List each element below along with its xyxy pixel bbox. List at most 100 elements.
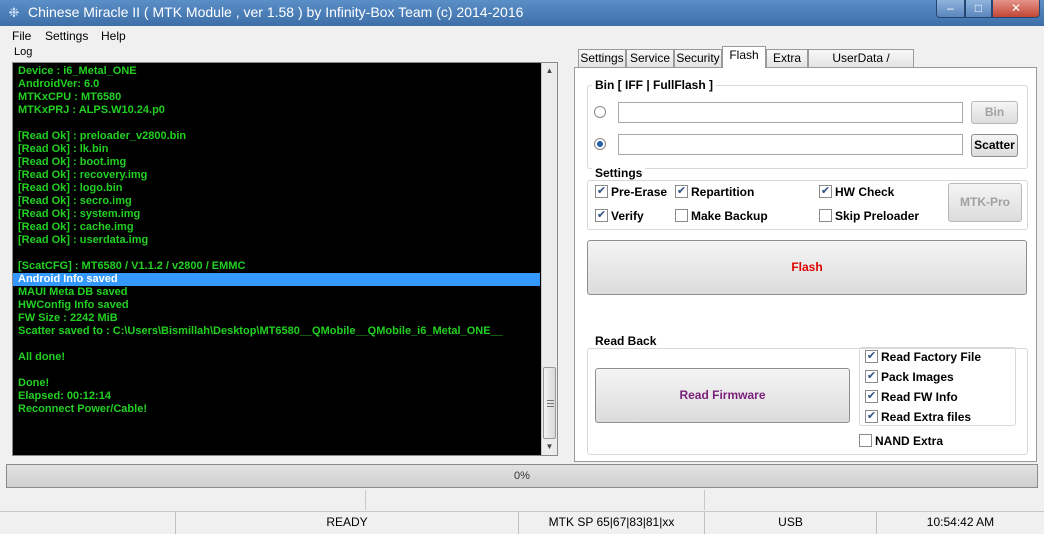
menu-bar: File Settings Help xyxy=(0,26,1044,46)
log-line: [Read Ok] : cache.img xyxy=(18,221,134,233)
settings-group-label: Settings xyxy=(592,166,646,180)
pack-images-checkbox[interactable]: ✔ xyxy=(865,370,878,383)
menu-settings[interactable]: Settings xyxy=(45,29,88,43)
grip-line xyxy=(547,406,554,407)
pre-erase-label: Pre-Erase xyxy=(611,185,668,199)
status-chip: MTK SP 65|67|83|81|xx xyxy=(519,512,705,534)
log-line: AndroidVer: 6.0 xyxy=(18,78,100,90)
scroll-up-arrow-icon[interactable]: ▲ xyxy=(542,63,557,79)
read-fw-info-label: Read FW Info xyxy=(881,390,958,404)
pack-images-label: Pack Images xyxy=(881,370,954,384)
mtk-pro-button[interactable]: MTK-Pro xyxy=(948,183,1022,222)
log-line: HWConfig Info saved xyxy=(18,299,129,311)
log-line: All done! xyxy=(18,351,66,363)
read-factory-file-label: Read Factory File xyxy=(881,350,982,364)
tab-extra[interactable]: Extra xyxy=(766,49,808,67)
log-line: Device : i6_Metal_ONE xyxy=(18,65,137,77)
hw-check-label: HW Check xyxy=(835,185,895,199)
read-firmware-button[interactable]: Read Firmware xyxy=(595,368,850,423)
nand-extra-label: NAND Extra xyxy=(875,434,944,448)
tab-security[interactable]: Security xyxy=(674,49,722,67)
log-line: [Read Ok] : lk.bin xyxy=(18,143,109,155)
pre-erase-checkbox[interactable]: ✔ xyxy=(595,185,608,198)
make-backup-label: Make Backup xyxy=(691,209,768,223)
read-extra-files-label: Read Extra files xyxy=(881,410,972,424)
status-port: USB xyxy=(705,512,877,534)
log-line: [Read Ok] : system.img xyxy=(18,208,141,220)
app-window: ❉ Chinese Miracle II ( MTK Module , ver … xyxy=(0,0,1044,534)
status-bar: READY MTK SP 65|67|83|81|xx USB 10:54:42… xyxy=(0,511,1044,534)
menu-help[interactable]: Help xyxy=(101,29,126,43)
repartition-label: Repartition xyxy=(691,185,755,199)
skip-preloader-label: Skip Preloader xyxy=(835,209,920,223)
repartition-checkbox[interactable]: ✔ xyxy=(675,185,688,198)
grip-line xyxy=(547,400,554,401)
status-time: 10:54:42 AM xyxy=(926,515,995,529)
log-line: MTKxPRJ : ALPS.W10.24.p0 xyxy=(18,104,165,116)
log-line: Reconnect Power/Cable! xyxy=(18,403,147,415)
close-button[interactable]: ✕ xyxy=(992,0,1040,18)
bin-radio[interactable] xyxy=(594,106,606,118)
log-line: [Read Ok] : logo.bin xyxy=(18,182,123,194)
verify-label: Verify xyxy=(611,209,644,223)
scatter-file-field[interactable] xyxy=(618,134,963,155)
flash-button[interactable]: Flash xyxy=(587,240,1027,295)
bin-group xyxy=(587,85,1028,169)
nand-extra-checkbox[interactable] xyxy=(859,434,872,447)
readback-group-label: Read Back xyxy=(592,334,660,348)
bin-file-field[interactable] xyxy=(618,102,963,123)
hw-check-checkbox[interactable]: ✔ xyxy=(819,185,832,198)
scatter-radio[interactable] xyxy=(594,138,606,150)
log-line: Done! xyxy=(18,377,50,389)
make-backup-checkbox[interactable] xyxy=(675,209,688,222)
scroll-down-arrow-icon[interactable]: ▼ xyxy=(542,439,557,455)
log-line: [Read Ok] : boot.img xyxy=(18,156,127,168)
verify-checkbox[interactable]: ✔ xyxy=(595,209,608,222)
title-bar[interactable]: ❉ Chinese Miracle II ( MTK Module , ver … xyxy=(0,0,1044,26)
read-factory-file-checkbox[interactable]: ✔ xyxy=(865,350,878,363)
log-line: MTKxCPU : MT6580 xyxy=(18,91,122,103)
bin-group-label: Bin [ IFF | FullFlash ] xyxy=(592,78,717,92)
log-line: [Read Ok] : recovery.img xyxy=(18,169,148,181)
log-line: Android Info saved xyxy=(13,273,540,286)
scroll-thumb[interactable] xyxy=(543,367,556,439)
maximize-button[interactable]: □ xyxy=(965,0,992,18)
log-lines: Device : i6_Metal_ONE AndroidVer: 6.0 MTKx… xyxy=(13,65,540,416)
scatter-button[interactable]: Scatter xyxy=(971,134,1018,157)
tab-flash[interactable]: Flash xyxy=(722,46,766,68)
log-line: FW Size : 2242 MiB xyxy=(18,312,118,324)
log-line: [Read Ok] : secro.img xyxy=(18,195,132,207)
minimize-button[interactable]: ‒ xyxy=(936,0,965,18)
log-line: [ScatCFG] : MT6580 / V1.1.2 / v2800 / EM… xyxy=(18,260,246,272)
menu-file[interactable]: File xyxy=(12,29,31,43)
status-segment-empty xyxy=(0,512,176,534)
flash-tab-panel: Bin [ IFF | FullFlash ] Bin Scatter Sett… xyxy=(574,67,1037,462)
progress-bar: 0% xyxy=(6,464,1038,488)
tab-userdata-forensic[interactable]: UserData / Forensic xyxy=(808,49,914,82)
tab-settings[interactable]: Settings xyxy=(578,49,626,67)
log-line: Elapsed: 00:12:14 xyxy=(18,390,111,402)
log-line: MAUI Meta DB saved xyxy=(18,286,128,298)
log-label: Log xyxy=(14,46,33,58)
skip-preloader-checkbox[interactable] xyxy=(819,209,832,222)
grip-line xyxy=(547,403,554,404)
status-state: READY xyxy=(176,512,519,534)
log-line: [Read Ok] : userdata.img xyxy=(18,234,149,246)
info-strip-segment xyxy=(366,490,705,510)
bin-button[interactable]: Bin xyxy=(971,101,1018,124)
app-icon: ❉ xyxy=(8,5,20,20)
info-strip-segment xyxy=(0,490,366,510)
log-panel[interactable]: Device : i6_Metal_ONE AndroidVer: 6.0 MTKx… xyxy=(12,62,558,456)
log-scrollbar[interactable]: ▲ ▼ xyxy=(541,63,557,455)
info-strip xyxy=(0,490,1044,510)
log-line: [Read Ok] : preloader_v2800.bin xyxy=(18,130,187,142)
read-extra-files-checkbox[interactable]: ✔ xyxy=(865,410,878,423)
window-title: Chinese Miracle II ( MTK Module , ver 1.… xyxy=(28,4,524,20)
log-line: Scatter saved to : C:\Users\Bismillah\De… xyxy=(18,325,503,337)
read-fw-info-checkbox[interactable]: ✔ xyxy=(865,390,878,403)
tab-service[interactable]: Service xyxy=(626,49,674,67)
